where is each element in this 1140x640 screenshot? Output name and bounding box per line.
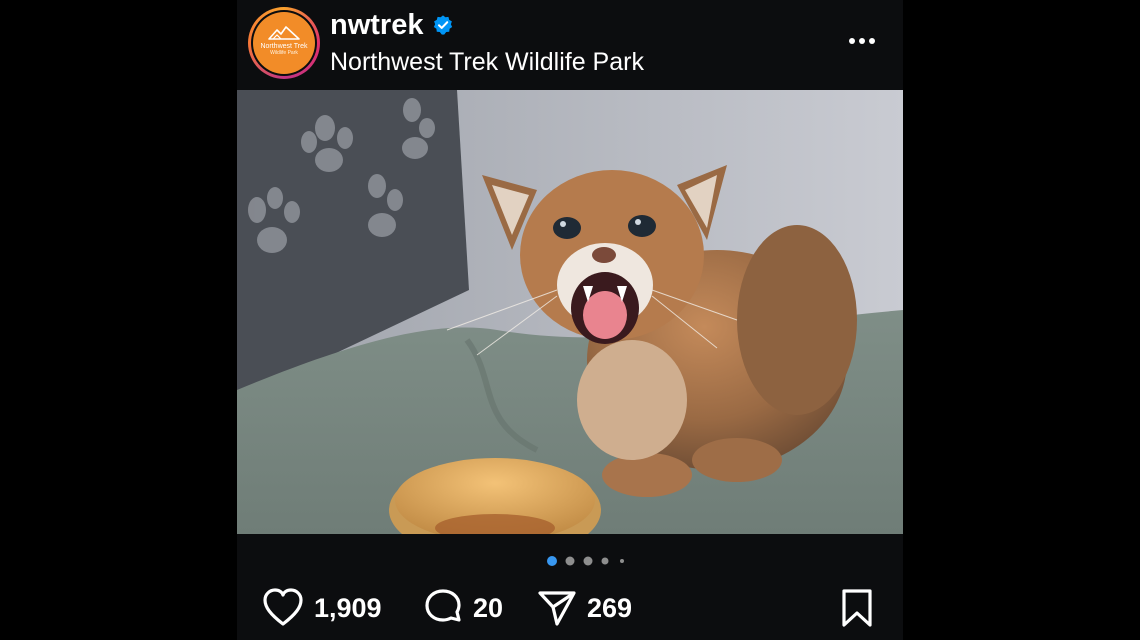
action-bar: 1,909 20 269 (237, 582, 903, 638)
share-count: 269 (587, 593, 633, 623)
post-photo[interactable] (237, 90, 903, 534)
comment-action[interactable]: 20 (423, 582, 503, 634)
avatar-image: Northwest Trek Wildlife Park (253, 12, 315, 74)
carousel-dot (583, 556, 593, 566)
like-count: 1,909 (314, 593, 382, 623)
comment-bubble-icon[interactable] (423, 588, 463, 628)
verified-badge-icon (434, 15, 453, 35)
bookmark-icon[interactable] (840, 588, 874, 628)
carousel-dot (601, 557, 609, 565)
logo-wordmark: Northwest Trek (260, 43, 308, 50)
username-row: nwtrek (330, 8, 454, 42)
location-label[interactable]: Northwest Trek Wildlife Park (330, 47, 644, 77)
logo-subtitle: Wildlife Park (270, 50, 298, 56)
post-header: Northwest Trek Wildlife Park nwtrek Nort… (237, 0, 903, 90)
paper-plane-icon[interactable] (537, 588, 577, 628)
heart-icon[interactable] (262, 588, 304, 628)
carousel-dot (620, 559, 624, 563)
save-action[interactable] (840, 582, 874, 634)
carousel-dot-active (547, 556, 557, 566)
share-action[interactable]: 269 (537, 582, 632, 634)
carousel-dots (547, 556, 624, 566)
more-horizontal-icon[interactable] (835, 26, 889, 56)
instagram-post: Northwest Trek Wildlife Park nwtrek Nort… (237, 0, 903, 640)
avatar[interactable]: Northwest Trek Wildlife Park (248, 7, 320, 79)
comment-count: 20 (473, 593, 504, 623)
like-action[interactable]: 1,909 (262, 582, 382, 634)
carousel-dot (565, 556, 575, 566)
username[interactable]: nwtrek (330, 8, 423, 42)
